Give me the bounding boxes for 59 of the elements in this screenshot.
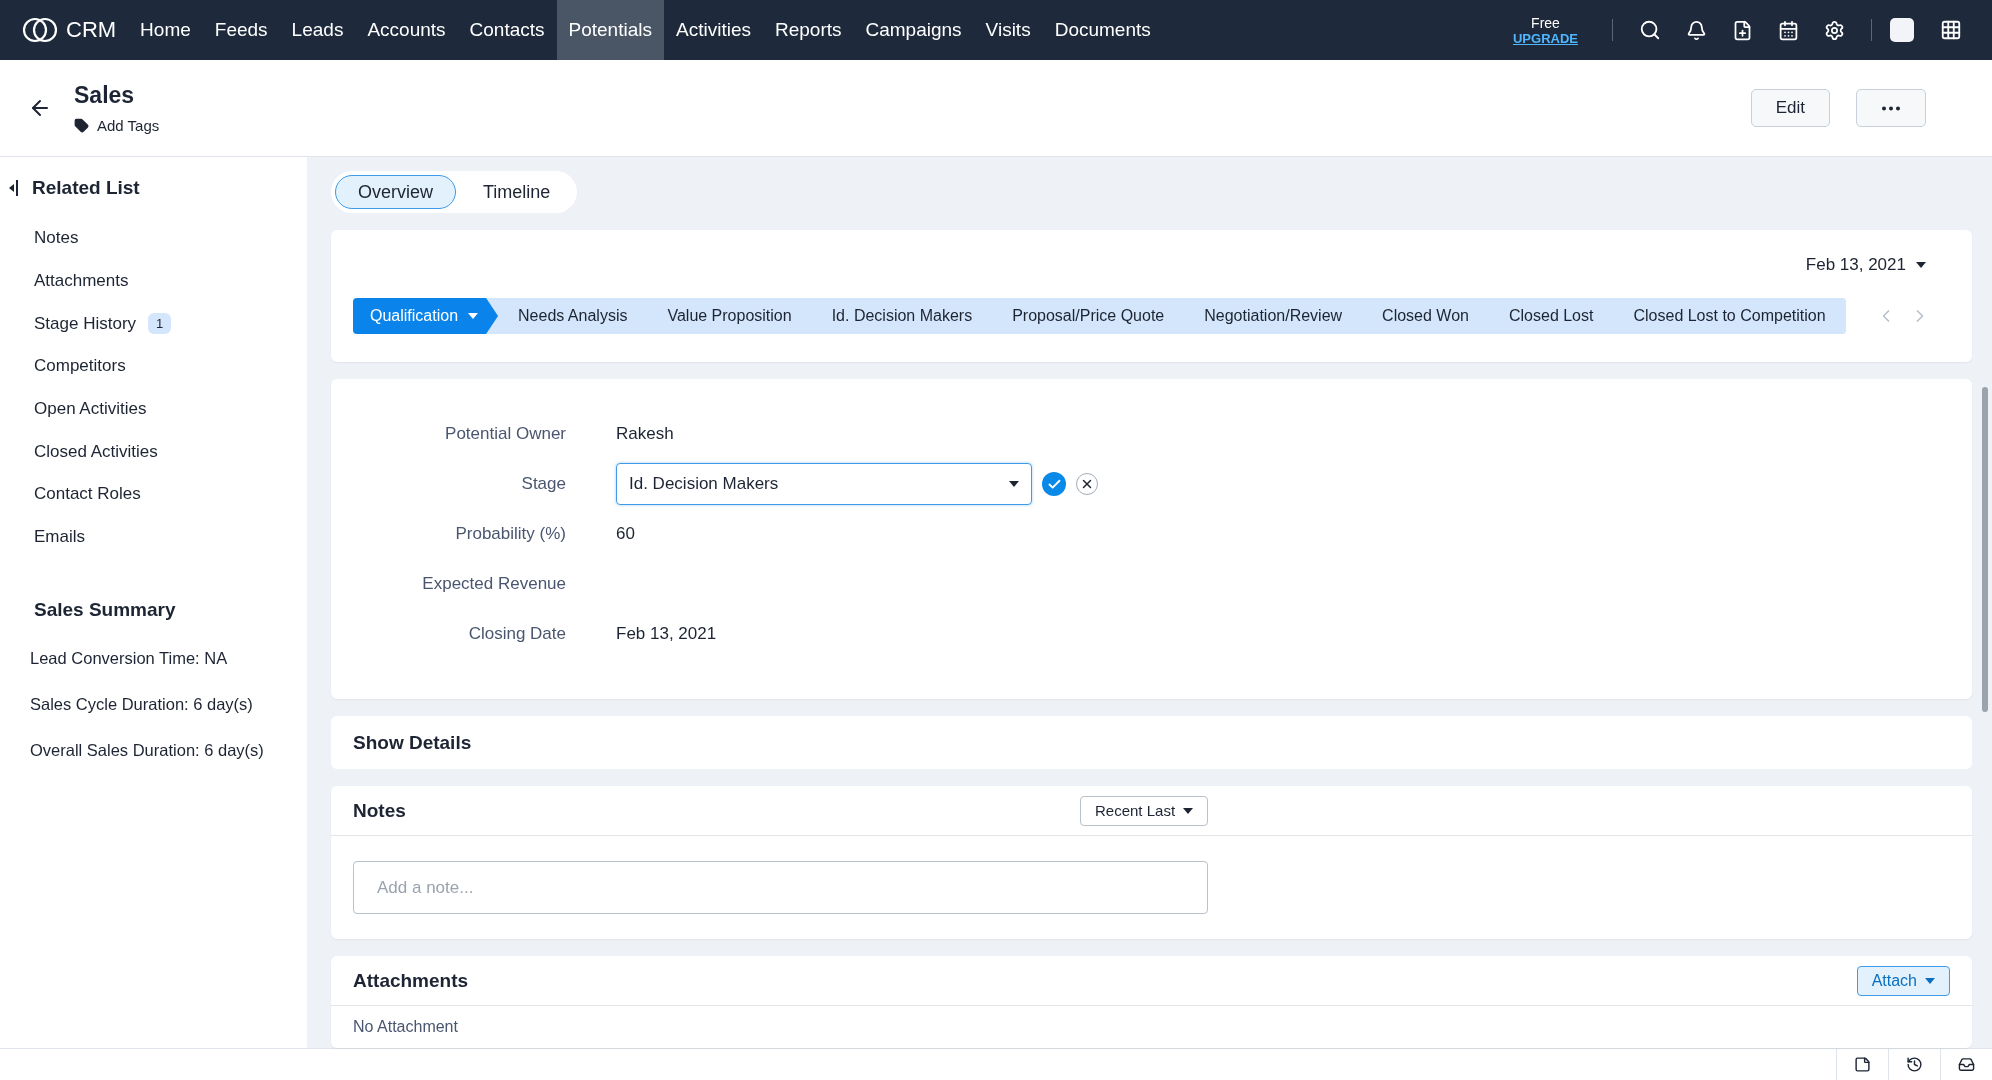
logo-icon [22,17,58,43]
show-details-toggle[interactable]: Show Details [331,716,1972,769]
view-tab[interactable]: Timeline [460,175,574,209]
related-list-link[interactable]: Contact Roles [0,473,307,516]
nav-tab[interactable]: Feeds [202,0,280,60]
nav-tab[interactable]: Activities [664,0,763,60]
nav-tab[interactable]: Potentials [556,0,664,60]
attach-button[interactable]: Attach [1856,965,1950,996]
field-label: Expected Revenue [421,574,566,594]
related-list-link[interactable]: Attachments [0,259,307,303]
field-label: Closing Date [467,624,566,644]
add-tags-link[interactable]: Add Tags [74,117,160,134]
stage-step[interactable]: Qualification [353,298,499,334]
avatar[interactable] [1890,18,1914,42]
related-list-link[interactable]: Closed Activities [0,430,307,474]
nav-tab[interactable]: Leads [279,0,356,60]
cancel-icon[interactable] [1076,473,1098,495]
summary-line: Lead Conversion Time: NA [29,648,229,669]
related-list-link[interactable]: Competitors [0,345,307,388]
plan-label: Free [1531,14,1560,31]
field-label: Potential Owner [444,424,566,444]
sidebar-title: Related List [32,177,140,199]
summary-title: Sales Summary [33,598,177,621]
scrollbar[interactable] [1982,387,1988,712]
collapse-icon[interactable] [8,179,18,197]
field-value: Feb 13, 2021 [616,624,718,644]
field-label: Stage [520,474,566,494]
section-title: Notes [353,799,407,822]
sort-dropdown[interactable]: Recent Last [1080,795,1209,826]
date-dropdown[interactable]: Feb 13, 2021 [1799,254,1932,276]
confirm-icon[interactable] [1042,472,1066,496]
nav-tab[interactable]: Contacts [457,0,557,60]
view-tab[interactable]: Overview [335,175,456,209]
count-badge: 1 [148,313,172,335]
related-list-link[interactable]: Notes [0,217,307,260]
more-icon [1881,105,1901,111]
nav-tab[interactable]: Home [128,0,203,60]
note-field[interactable]: Add a note... [353,861,1208,914]
record-title: Sales [74,82,136,109]
related-list-link[interactable]: Emails [0,515,307,559]
nav-tab[interactable]: Documents [1042,0,1163,60]
logo-text: CRM [66,17,117,43]
summary-line: Overall Sales Duration: 6 day(s) [29,740,265,761]
section-title: Attachments [353,969,470,992]
summary-line: Sales Cycle Duration: 6 day(s) [29,694,254,715]
nav-tab[interactable]: Accounts [355,0,458,60]
nav-tab[interactable]: Reports [762,0,854,60]
field-label: Probability (%) [454,524,566,544]
related-list-link[interactable]: Stage History [34,313,137,334]
field-value: 60 [616,524,636,544]
tag-icon [74,118,89,133]
empty-message: No Attachment [352,1017,459,1037]
upgrade-link[interactable]: UPGRADE [1513,30,1578,46]
nav-tab[interactable]: Visits [973,0,1043,60]
edit-button[interactable]: Edit [1750,89,1830,127]
field-value: Rakesh [616,424,675,444]
stage-select[interactable]: Id. Decision Makers [616,463,1032,505]
related-list-link[interactable]: Open Activities [0,387,307,431]
nav-tab[interactable]: Campaigns [853,0,974,60]
